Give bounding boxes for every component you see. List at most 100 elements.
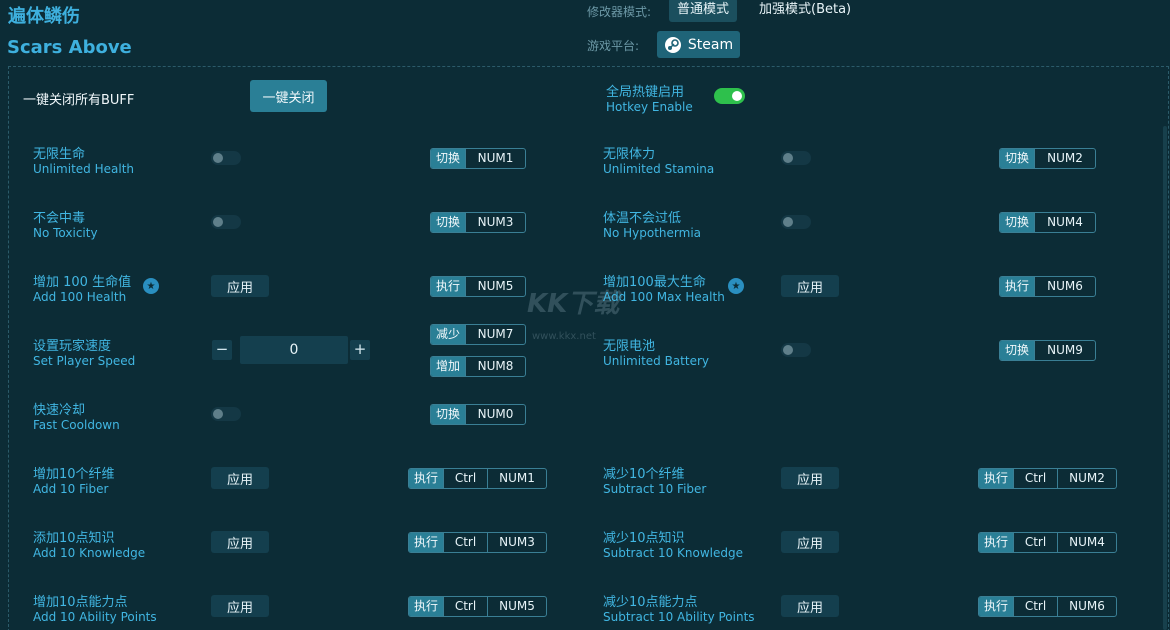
hotkey-key: NUM3 bbox=[465, 213, 525, 232]
hotkey-subtract-10-ability-points[interactable]: 执行 Ctrl NUM6 bbox=[978, 596, 1117, 617]
hotkey-key: NUM2 bbox=[1034, 149, 1095, 168]
unlimited-health-toggle[interactable] bbox=[211, 151, 241, 165]
cheat-label-cn: 无限体力 bbox=[603, 147, 656, 162]
hotkey-key: NUM6 bbox=[1057, 597, 1116, 616]
cheat-label-en: Fast Cooldown bbox=[33, 418, 120, 432]
hotkey-key: NUM2 bbox=[1057, 469, 1116, 488]
cheat-label-cn: 体温不会过低 bbox=[603, 211, 682, 226]
platform-steam-button[interactable]: Steam bbox=[657, 31, 740, 58]
hotkey-speed-increase[interactable]: 增加 NUM8 bbox=[430, 356, 526, 377]
hotkey-key: NUM6 bbox=[1034, 277, 1095, 296]
hotkey-add-10-ability-points[interactable]: 执行 Ctrl NUM5 bbox=[408, 596, 547, 617]
hotkey-subtract-10-fiber[interactable]: 执行 Ctrl NUM2 bbox=[978, 468, 1117, 489]
speed-decrease-button[interactable]: − bbox=[212, 340, 232, 360]
game-title-cn: 遍体鳞伤 bbox=[8, 6, 80, 27]
hotkey-key: Ctrl bbox=[1013, 533, 1057, 552]
hotkey-tag: 切换 bbox=[1000, 149, 1034, 168]
hotkey-key: Ctrl bbox=[443, 597, 487, 616]
no-toxicity-toggle[interactable] bbox=[211, 215, 241, 229]
speed-value-input[interactable]: 0 bbox=[240, 336, 348, 364]
hotkey-key: Ctrl bbox=[443, 469, 487, 488]
cheat-label-en: No Hypothermia bbox=[603, 226, 702, 240]
close-all-button[interactable]: 一键关闭 bbox=[250, 80, 327, 112]
hotkey-fast-cooldown[interactable]: 切换 NUM0 bbox=[430, 404, 526, 425]
platform-value: Steam bbox=[687, 36, 734, 53]
cheat-label-cn: 增加100最大生命 bbox=[603, 275, 706, 290]
cheat-label-en: Unlimited Stamina bbox=[603, 162, 715, 176]
cheat-label-cn: 无限电池 bbox=[603, 339, 656, 354]
hotkey-no-toxicity[interactable]: 切换 NUM3 bbox=[430, 212, 526, 233]
cheat-label-cn: 快速冷却 bbox=[33, 403, 86, 418]
hotkey-add-10-knowledge[interactable]: 执行 Ctrl NUM3 bbox=[408, 532, 547, 553]
subtract-10-fiber-apply-button[interactable]: 应用 bbox=[781, 467, 839, 489]
hotkey-key: NUM8 bbox=[465, 357, 525, 376]
hotkey-speed-decrease[interactable]: 减少 NUM7 bbox=[430, 324, 526, 345]
hotkey-enable-label-cn: 全局热键启用 bbox=[606, 85, 685, 100]
hotkey-tag: 减少 bbox=[431, 325, 465, 344]
hotkey-key: Ctrl bbox=[1013, 469, 1057, 488]
star-icon: ★ bbox=[143, 278, 159, 294]
hotkey-unlimited-battery[interactable]: 切换 NUM9 bbox=[999, 340, 1096, 361]
toggle-knob bbox=[213, 217, 223, 227]
toggle-knob bbox=[783, 345, 793, 355]
platform-label: 游戏平台: bbox=[587, 39, 640, 53]
add-10-fiber-apply-button[interactable]: 应用 bbox=[211, 467, 269, 489]
cheat-label-en: Subtract 10 Fiber bbox=[603, 482, 707, 496]
subtract-10-knowledge-apply-button[interactable]: 应用 bbox=[781, 531, 839, 553]
hotkey-no-hypothermia[interactable]: 切换 NUM4 bbox=[999, 212, 1096, 233]
hotkey-enable-toggle[interactable] bbox=[714, 88, 745, 104]
speed-increase-button[interactable]: + bbox=[350, 340, 370, 360]
hotkey-tag: 执行 bbox=[979, 597, 1013, 616]
mode-normal-button[interactable]: 普通模式 bbox=[669, 0, 738, 22]
add-100-max-health-apply-button[interactable]: 应用 bbox=[781, 275, 839, 297]
toggle-knob bbox=[732, 91, 742, 101]
hotkey-key: NUM1 bbox=[465, 149, 525, 168]
hotkey-add-100-max-health[interactable]: 执行 NUM6 bbox=[999, 276, 1096, 297]
cheat-label-en: Add 100 Max Health bbox=[603, 290, 725, 304]
watermark-url: www.kkx.net bbox=[532, 331, 596, 342]
cheat-label-en: Add 100 Health bbox=[33, 290, 127, 304]
add-10-ability-points-apply-button[interactable]: 应用 bbox=[211, 595, 269, 617]
hotkey-tag: 执行 bbox=[431, 277, 465, 296]
toggle-knob bbox=[213, 153, 223, 163]
hotkey-key: NUM5 bbox=[487, 597, 546, 616]
hotkey-tag: 执行 bbox=[1000, 277, 1034, 296]
hotkey-unlimited-health[interactable]: 切换 NUM1 bbox=[430, 148, 526, 169]
hotkey-key: NUM5 bbox=[465, 277, 525, 296]
scrollbar[interactable] bbox=[1163, 126, 1167, 630]
unlimited-battery-toggle[interactable] bbox=[781, 343, 811, 357]
game-title-en: Scars Above bbox=[7, 37, 132, 58]
hotkey-tag: 执行 bbox=[979, 469, 1013, 488]
cheat-label-en: Add 10 Ability Points bbox=[33, 610, 157, 624]
subtract-10-ability-points-apply-button[interactable]: 应用 bbox=[781, 595, 839, 617]
cheat-label-en: Unlimited Battery bbox=[603, 354, 710, 368]
hotkey-add-10-fiber[interactable]: 执行 Ctrl NUM1 bbox=[408, 468, 547, 489]
unlimited-stamina-toggle[interactable] bbox=[781, 151, 811, 165]
hotkey-key: NUM7 bbox=[465, 325, 525, 344]
hotkey-unlimited-stamina[interactable]: 切换 NUM2 bbox=[999, 148, 1096, 169]
cheat-label-cn: 不会中毒 bbox=[33, 211, 86, 226]
add-10-knowledge-apply-button[interactable]: 应用 bbox=[211, 531, 269, 553]
cheat-label-en: Unlimited Health bbox=[33, 162, 135, 176]
cheat-label-en: No Toxicity bbox=[33, 226, 98, 240]
cheat-label-cn: 减少10个纤维 bbox=[603, 467, 685, 482]
cheat-label-cn: 无限生命 bbox=[33, 147, 86, 162]
cheat-label-cn: 增加10个纤维 bbox=[33, 467, 115, 482]
hotkey-tag: 切换 bbox=[431, 213, 465, 232]
cheat-label-en: Subtract 10 Knowledge bbox=[603, 546, 743, 560]
steam-icon bbox=[664, 36, 681, 53]
hotkey-subtract-10-knowledge[interactable]: 执行 Ctrl NUM4 bbox=[978, 532, 1117, 553]
add-100-health-apply-button[interactable]: 应用 bbox=[211, 275, 269, 297]
cheat-label-en: Add 10 Knowledge bbox=[33, 546, 146, 560]
hotkey-key: NUM4 bbox=[1034, 213, 1095, 232]
hotkey-tag: 切换 bbox=[431, 149, 465, 168]
fast-cooldown-toggle[interactable] bbox=[211, 407, 241, 421]
cheat-label-cn: 减少10点知识 bbox=[603, 531, 685, 546]
hotkey-add-100-health[interactable]: 执行 NUM5 bbox=[430, 276, 526, 297]
hotkey-tag: 增加 bbox=[431, 357, 465, 376]
close-all-label: 一键关闭所有BUFF bbox=[23, 93, 135, 108]
hotkey-tag: 切换 bbox=[1000, 213, 1034, 232]
no-hypothermia-toggle[interactable] bbox=[781, 215, 811, 229]
mode-enhanced-button[interactable]: 加强模式(Beta) bbox=[751, 0, 859, 22]
hotkey-tag: 切换 bbox=[1000, 341, 1034, 360]
